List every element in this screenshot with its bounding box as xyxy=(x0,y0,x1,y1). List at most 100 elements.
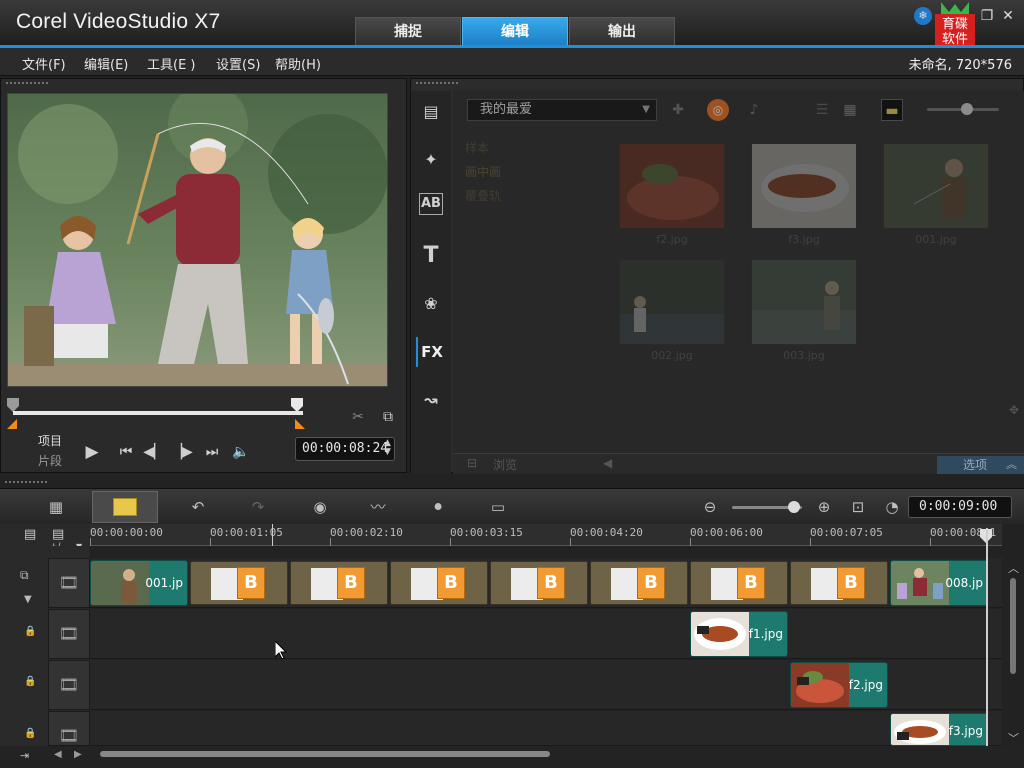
overlay-track-1-icon[interactable]: 🎞 xyxy=(48,609,90,659)
ruler-tick-label: 00:00:00:00 xyxy=(90,526,163,539)
next-frame-icon[interactable]: ▕▶ xyxy=(171,441,193,463)
ripple-edit-icon[interactable]: ⧉ xyxy=(20,568,29,583)
panel-grip[interactable] xyxy=(5,81,49,85)
close-icon[interactable]: ✕ xyxy=(1000,8,1016,24)
play-icon[interactable]: ▶ xyxy=(79,439,105,465)
menu-edit[interactable]: 编辑(E) xyxy=(84,54,128,73)
transition-icon[interactable]: AB xyxy=(419,193,443,215)
tab-share[interactable]: 输出 xyxy=(569,17,675,46)
scrub-bar[interactable] xyxy=(13,411,303,415)
path-icon[interactable]: ↝ xyxy=(416,385,446,415)
lock-icon[interactable]: 🔒 xyxy=(24,728,36,740)
ruler-tick xyxy=(810,538,811,546)
title-bar: Corel VideoStudio X7 捕捉 编辑 输出 ❄ 育碟 软件 ❐ … xyxy=(0,0,1024,47)
overlay-clip[interactable]: f2.jpg xyxy=(790,662,888,708)
ruler-tick-label: 00:00:07:05 xyxy=(810,526,883,539)
preview-photo xyxy=(8,94,387,386)
scissors-icon[interactable]: ✂ xyxy=(347,406,369,428)
browse-button[interactable]: 浏览 xyxy=(493,456,517,473)
instant-project-icon[interactable]: ✦ xyxy=(416,145,446,175)
trim-start-handle[interactable] xyxy=(7,414,17,429)
transition-clip[interactable]: B xyxy=(190,561,288,605)
fit-project-icon[interactable]: ⊡ xyxy=(844,496,872,518)
tab-edit[interactable]: 编辑 xyxy=(462,17,568,46)
overlay-track-3-icon[interactable]: 🎞 xyxy=(48,711,90,746)
transition-clip[interactable]: B xyxy=(590,561,688,605)
mark-out-marker[interactable] xyxy=(291,397,303,412)
previous-frame-icon[interactable]: ◀▏ xyxy=(143,441,165,463)
mark-in-marker[interactable] xyxy=(7,397,19,412)
fx-filter-icon[interactable]: FX xyxy=(416,337,446,367)
collapse-icon[interactable]: ◀ xyxy=(603,456,612,470)
transition-clip[interactable]: B xyxy=(790,561,888,605)
ruler-tick-label: 00:00:06:00 xyxy=(690,526,763,539)
track-manager-icon[interactable]: ▤ xyxy=(24,527,36,542)
menu-tools[interactable]: 工具(E ) xyxy=(147,54,196,73)
trim-end-handle[interactable] xyxy=(295,414,305,429)
options-button[interactable]: 选项 ︽ xyxy=(937,456,1024,474)
mode-project-label[interactable]: 项目 xyxy=(38,432,62,449)
scroll-right-icon[interactable]: ▶ xyxy=(74,749,82,760)
ruler-tick xyxy=(690,538,691,546)
undo-icon[interactable]: ↶ xyxy=(184,496,212,518)
sound-mixer-icon[interactable]: 〰 xyxy=(364,496,392,518)
menu-help[interactable]: 帮助(H) xyxy=(275,54,321,73)
volume-icon[interactable]: 🔈 xyxy=(230,441,252,463)
horizontal-scrollbar[interactable] xyxy=(100,751,550,757)
timeline-ruler[interactable]: 00:00:00:00 00:00:01:05 00:00:02:10 00:0… xyxy=(90,524,1002,546)
timeline-view-active[interactable] xyxy=(92,491,158,523)
overlay-clip[interactable]: f3.jpg xyxy=(890,713,988,746)
lock-icon[interactable]: 🔒 xyxy=(24,676,36,688)
storyboard-view-icon[interactable]: ▦ xyxy=(40,496,72,518)
enlarge-preview-icon[interactable]: ⧉ xyxy=(377,406,399,428)
library-category-bar: ▤ ✦ AB T ❀ FX ↝ xyxy=(411,91,451,474)
scroll-down-icon[interactable]: ﹀ xyxy=(1008,730,1019,746)
chapter-marker-icon[interactable]: ▤ xyxy=(52,527,64,542)
project-duration: 0:00:09:00 xyxy=(908,496,1012,518)
transition-clip[interactable]: B xyxy=(390,561,488,605)
transition-clip[interactable]: B xyxy=(490,561,588,605)
restore-icon[interactable]: ❐ xyxy=(979,8,995,24)
transition-clip[interactable]: B xyxy=(290,561,388,605)
timecode-stepper[interactable]: ▲ ▼ xyxy=(384,439,391,457)
subtitle-editor-icon[interactable]: ▭ xyxy=(484,496,512,518)
options-label: 选项 xyxy=(963,458,988,472)
home-icon[interactable]: ⏮ xyxy=(115,441,137,463)
menu-file[interactable]: 文件(F) xyxy=(22,54,66,73)
track-manager-bottom-icon[interactable]: ⇥ xyxy=(20,749,29,762)
zoom-out-icon[interactable]: ⊖ xyxy=(696,496,724,518)
svg-text:育碟: 育碟 xyxy=(942,16,968,32)
tab-capture[interactable]: 捕捉 xyxy=(355,17,461,46)
browse-icon[interactable]: ⊟ xyxy=(467,456,477,470)
timecode-display[interactable]: 00:00:08:24 xyxy=(295,437,395,461)
redo-icon[interactable]: ↷ xyxy=(244,496,272,518)
video-clip[interactable]: 008.jp xyxy=(890,560,988,606)
vertical-scrollbar[interactable] xyxy=(1010,578,1016,674)
mode-clip-label[interactable]: 片段 xyxy=(38,452,62,469)
overlay-track-2-icon[interactable]: 🎞 xyxy=(48,660,90,710)
zoom-in-icon[interactable]: ⊕ xyxy=(810,496,838,518)
zoom-knob[interactable] xyxy=(788,501,800,513)
end-icon[interactable]: ⏭ xyxy=(201,441,223,463)
lock-icon[interactable]: 🔒 xyxy=(24,626,36,638)
video-track-icon[interactable]: 🎞 xyxy=(48,558,90,608)
ruler-tick xyxy=(570,538,571,546)
video-clip[interactable]: 001.jp xyxy=(90,560,188,606)
auto-music-icon[interactable]: ⚫ xyxy=(424,496,452,518)
graphic-icon[interactable]: ❀ xyxy=(416,289,446,319)
record-capture-icon[interactable]: ◉ xyxy=(306,496,334,518)
timeline-grip[interactable] xyxy=(4,480,48,484)
media-icon[interactable]: ▤ xyxy=(416,97,446,127)
menu-settings[interactable]: 设置(S) xyxy=(216,54,260,73)
scroll-left-icon[interactable]: ◀ xyxy=(54,749,62,760)
snowflake-icon[interactable]: ❄ xyxy=(914,7,932,25)
overlay-clip[interactable]: f1.jpg xyxy=(690,611,788,657)
panel-grip[interactable] xyxy=(415,81,459,85)
library-footer: ⊟ 浏览 ◀ 选项 ︽ xyxy=(453,453,1024,474)
chevron-down-icon[interactable]: ▼ xyxy=(24,594,32,605)
overlay-track-3 xyxy=(90,711,1002,746)
transition-clip[interactable]: B xyxy=(690,561,788,605)
scroll-up-icon[interactable]: ︿ xyxy=(1008,560,1019,576)
chevron-up-icon: ︽ xyxy=(1006,458,1017,471)
title-icon[interactable]: T xyxy=(416,241,446,271)
